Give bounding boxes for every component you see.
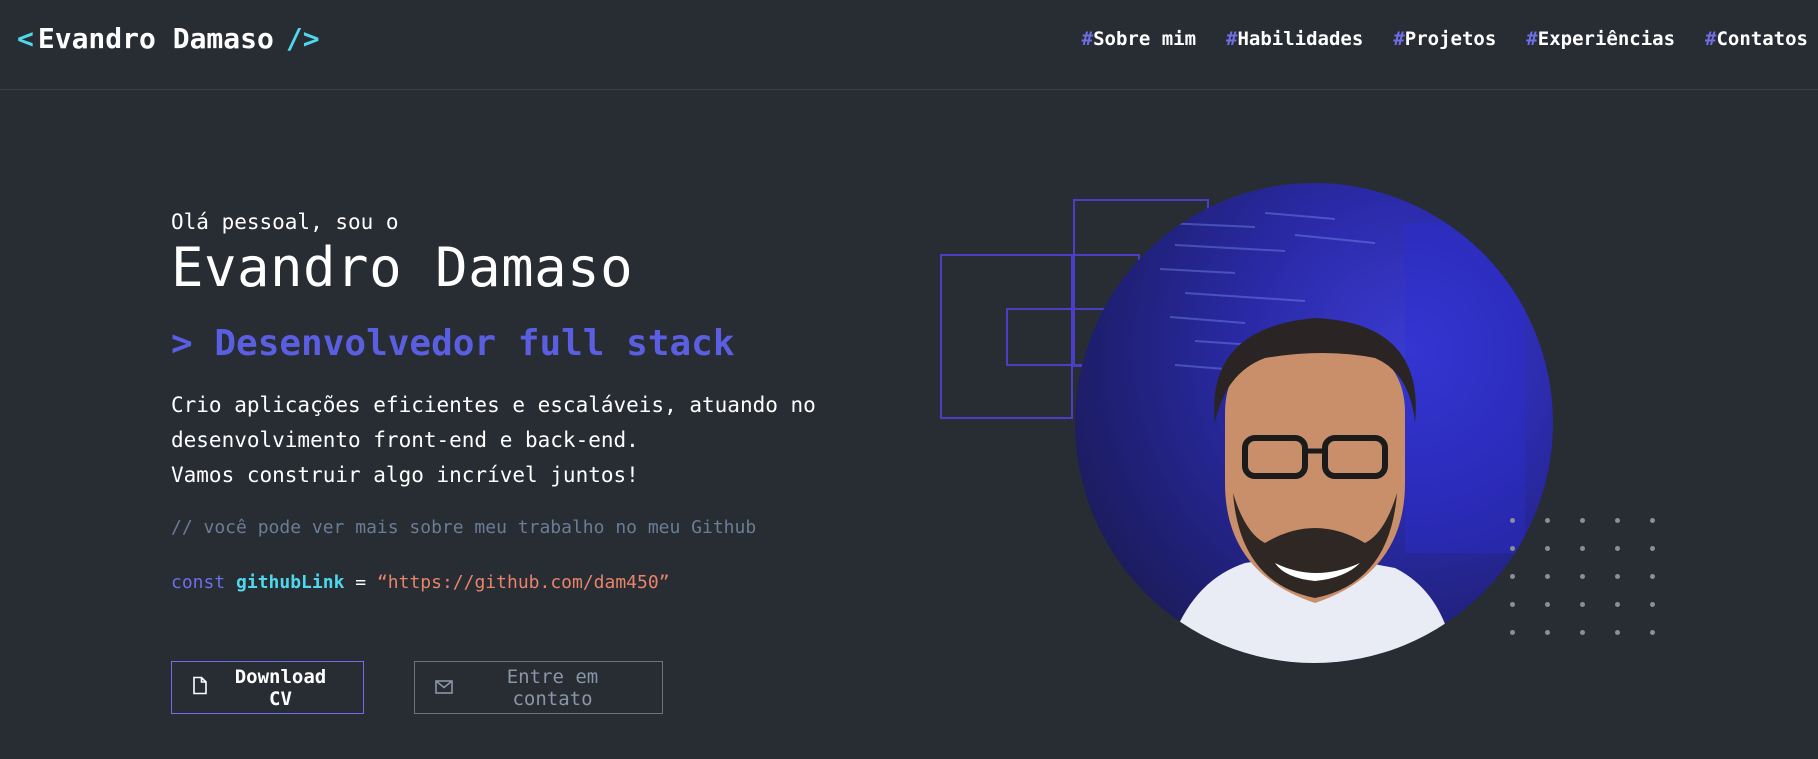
decorative-dot (1615, 630, 1620, 635)
decorative-dot (1545, 574, 1550, 579)
decorative-dot (1545, 518, 1550, 523)
logo-name: Evandro Damaso (37, 22, 274, 55)
profile-photo (1075, 183, 1553, 663)
code-equals: = (355, 572, 367, 593)
site-header: < Evandro Damaso /> # Sobre mim # Habilida… (0, 0, 1818, 90)
decorative-dot (1580, 574, 1585, 579)
decorative-dot (1545, 630, 1550, 635)
decorative-dot (1580, 602, 1585, 607)
portrait-illustration (1159, 212, 1525, 663)
decorative-dots (1510, 518, 1670, 648)
decorative-dot (1615, 518, 1620, 523)
nav-hash: # (1526, 28, 1538, 50)
code-snippet: const githubLink = “https://github.com/d… (171, 572, 871, 593)
hero-buttons: Download CV Entre em contato (171, 661, 663, 714)
nav-hash: # (1081, 28, 1094, 50)
nav-label: Habilidades (1237, 28, 1364, 50)
nav-link-projetos[interactable]: # Projetos (1393, 28, 1496, 50)
hero-section: Olá pessoal, sou o Evandro Damaso > Dese… (171, 210, 871, 593)
download-cv-label: Download CV (234, 665, 327, 710)
nav-link-experiencias[interactable]: # Experiências (1526, 28, 1675, 50)
logo-close-bracket: /> (285, 22, 320, 55)
contact-label: Entre em contato (506, 665, 599, 710)
decorative-dot (1650, 630, 1655, 635)
code-variable: githubLink (236, 572, 345, 593)
nav-hash: # (1226, 28, 1238, 50)
contact-button[interactable]: Entre em contato (414, 661, 663, 714)
nav-label: Contatos (1716, 28, 1808, 50)
nav-label: Sobre mim (1093, 28, 1197, 50)
description-line: Crio aplicações eficientes e escaláveis,… (171, 393, 816, 417)
hero-illustration (940, 180, 1660, 680)
hero-role: > Desenvolvedor full stack (171, 323, 735, 364)
decorative-dot (1510, 546, 1515, 551)
decorative-dot (1580, 518, 1585, 523)
decorative-dot (1615, 574, 1620, 579)
decorative-dot (1545, 546, 1550, 551)
decorative-dot (1545, 602, 1550, 607)
decorative-dot (1580, 630, 1585, 635)
decorative-dot (1650, 546, 1655, 551)
description-line: desenvolvimento front-end e back-end. (171, 428, 639, 452)
decorative-dot (1615, 602, 1620, 607)
code-comment: // você pode ver mais sobre meu trabalho… (171, 517, 757, 538)
hero-description: Crio aplicações eficientes e escaláveis,… (171, 388, 871, 493)
decorative-dot (1510, 518, 1515, 523)
code-keyword: const (171, 572, 226, 593)
hero-name: Evandro Damaso (171, 236, 634, 299)
nav-label: Projetos (1404, 28, 1497, 50)
site-logo[interactable]: < Evandro Damaso /> (17, 22, 320, 55)
github-link[interactable]: “https://github.com/dam450” (377, 572, 670, 593)
description-line: Vamos construir algo incrível juntos! (171, 463, 639, 487)
nav-link-habilidades[interactable]: # Habilidades (1226, 28, 1363, 50)
hero-greeting: Olá pessoal, sou o (171, 210, 399, 234)
file-icon (192, 676, 208, 700)
decorative-dot (1650, 518, 1655, 523)
nav-hash: # (1705, 28, 1717, 50)
main-nav: # Sobre mim # Habilidades # Projetos # Exper… (1082, 28, 1808, 50)
mail-icon (435, 677, 453, 699)
decorative-dot (1510, 574, 1515, 579)
decorative-dot (1650, 574, 1655, 579)
nav-hash: # (1393, 28, 1405, 50)
decorative-dot (1580, 546, 1585, 551)
decorative-dot (1650, 602, 1655, 607)
nav-link-contatos[interactable]: # Contatos (1705, 28, 1808, 50)
logo-open-bracket: < (17, 22, 34, 55)
nav-label: Experiências (1537, 28, 1676, 50)
nav-link-sobre-mim[interactable]: # Sobre mim (1082, 28, 1196, 50)
decorative-dot (1510, 630, 1515, 635)
decorative-dot (1510, 602, 1515, 607)
decorative-dot (1615, 546, 1620, 551)
download-cv-button[interactable]: Download CV (171, 661, 364, 714)
